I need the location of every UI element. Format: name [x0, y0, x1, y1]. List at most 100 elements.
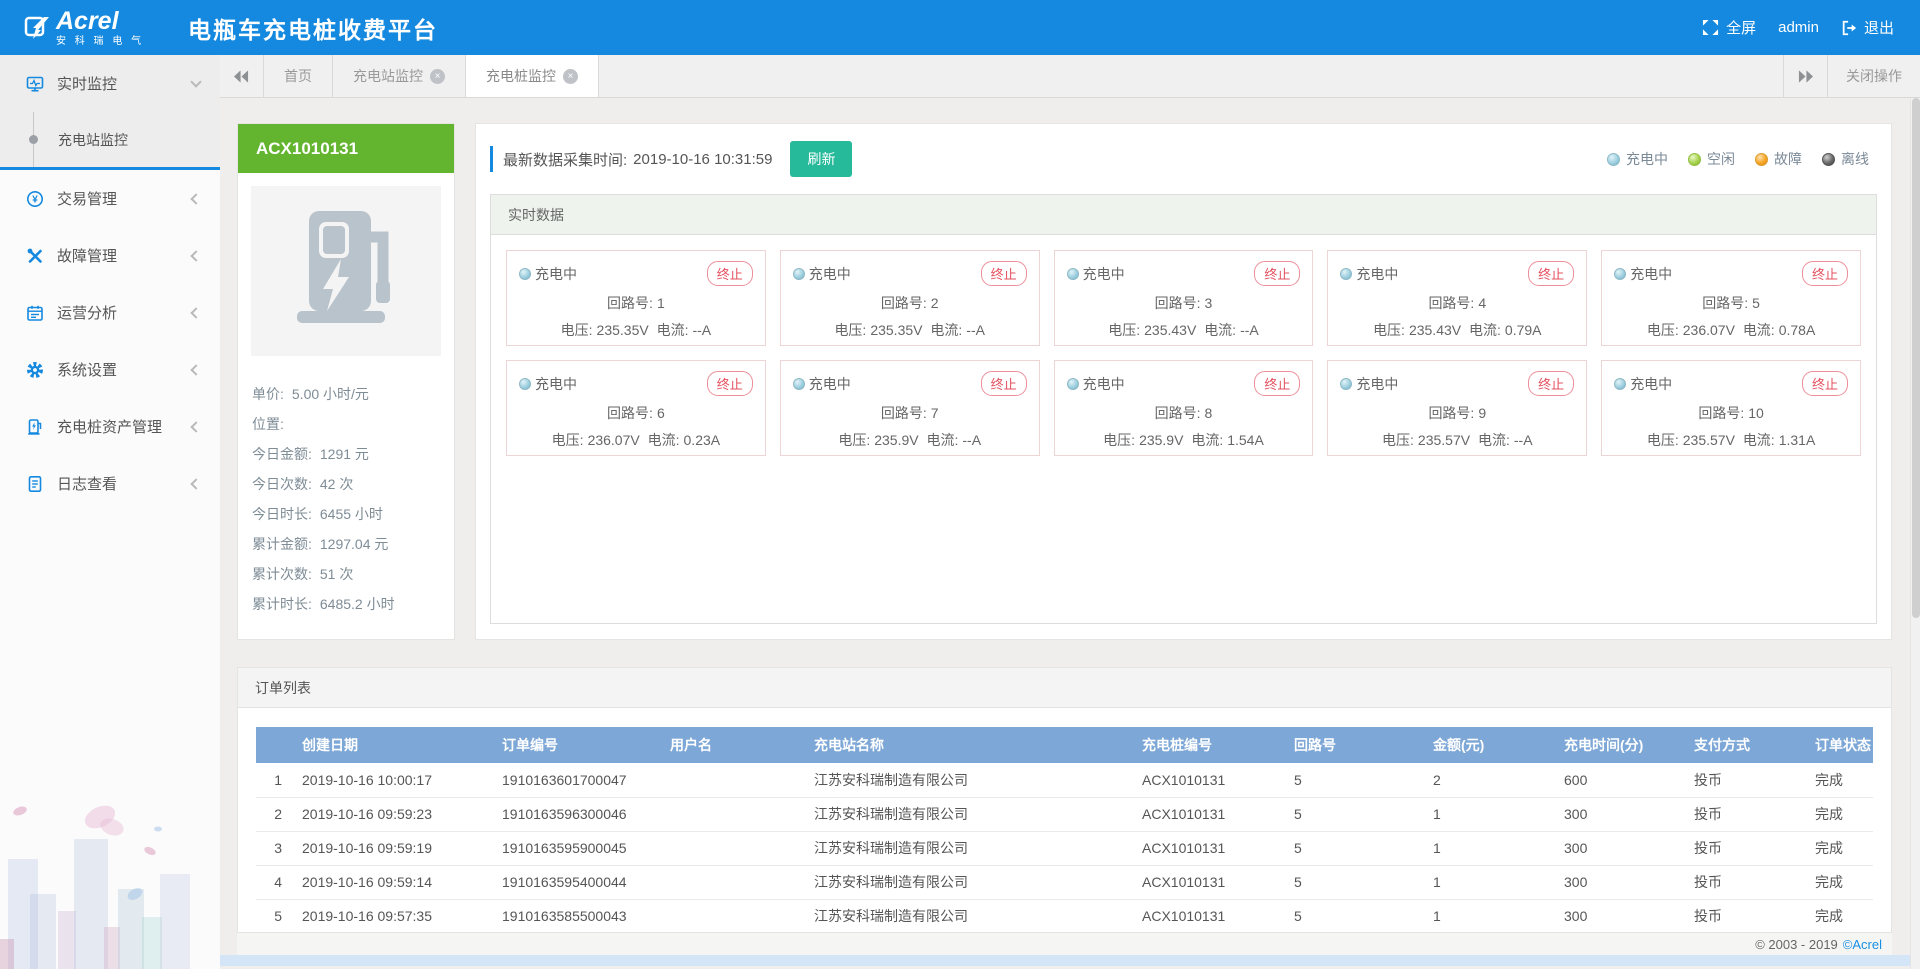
circuit-card-7: 充电中 终止 回路号:7 电压:235.9V 电流:--A: [780, 360, 1040, 456]
charging-pile-icon: [26, 418, 44, 436]
tab-bar: 首页 充电站监控 × 充电桩监控 × 关闭操作: [220, 55, 1920, 98]
table-row[interactable]: 12019-10-16 10:00:171910163601700047江苏安科…: [256, 763, 1873, 797]
circuit-readings: 电压:235.43V 电流:--A: [1067, 320, 1301, 340]
sidebar-item-charging-pile-assets[interactable]: 充电桩资产管理: [0, 398, 220, 455]
circuit-card-2: 充电中 终止 回路号:2 电压:235.35V 电流:--A: [780, 250, 1040, 346]
circuit-card-5: 充电中 终止 回路号:5 电压:236.07V 电流:0.78A: [1601, 250, 1861, 346]
station-info-card: ACX1010131 单价:5.00 小时/元 位置:: [237, 123, 455, 640]
terminate-button[interactable]: 终止: [1802, 261, 1848, 286]
charging-status-icon: [519, 268, 531, 280]
table-header-row: 创建日期 订单编号 用户名 充电站名称 充电桩编号 回路号 金额(元) 充电时间…: [256, 727, 1873, 763]
table-row[interactable]: 42019-10-16 09:59:141910163595400044江苏安科…: [256, 865, 1873, 899]
legend-offline: 离线: [1822, 149, 1869, 169]
brand-name: Acrel: [56, 9, 144, 34]
fullscreen-icon: [1702, 19, 1719, 36]
terminate-button[interactable]: 终止: [707, 261, 753, 286]
charging-status-icon: [1614, 378, 1626, 390]
tabs-scroll-left-button[interactable]: [220, 55, 264, 97]
svg-text:¥: ¥: [32, 194, 38, 205]
collect-time-value: 2019-10-16 10:31:59: [633, 151, 772, 168]
circuit-number: 回路号:7: [793, 403, 1027, 423]
col-order-no: 订单编号: [496, 727, 664, 763]
circuit-readings: 电压:235.35V 电流:--A: [519, 320, 753, 340]
circuit-card-6: 充电中 终止 回路号:6 电压:236.07V 电流:0.23A: [506, 360, 766, 456]
logout-button[interactable]: 退出: [1841, 17, 1894, 38]
tab-charging-station-monitor[interactable]: 充电站监控 ×: [333, 55, 466, 97]
tab-charging-pile-monitor[interactable]: 充电桩监控 ×: [466, 55, 599, 97]
legend-idle: 空闲: [1688, 149, 1735, 169]
charging-status-icon: [1340, 268, 1352, 280]
analysis-icon: [26, 304, 44, 322]
terminate-button[interactable]: 终止: [1802, 371, 1848, 396]
acrel-logo: Acrel 安 科 瑞 电 气: [24, 9, 154, 47]
stat-total-amount: 累计金额:1297.04 元: [252, 529, 440, 559]
acrel-logo-icon: [24, 15, 50, 41]
circuit-card-4: 充电中 终止 回路号:4 电压:235.43V 电流:0.79A: [1327, 250, 1587, 346]
circuit-number: 回路号:8: [1067, 403, 1301, 423]
order-list-panel: 订单列表 创建日期 订单编号 用户名 充电站名称 充电桩编号 回: [237, 667, 1892, 933]
table-row[interactable]: 32019-10-16 09:59:191910163595900045江苏安科…: [256, 831, 1873, 865]
stat-total-duration: 累计时长:6485.2 小时: [252, 589, 440, 619]
stat-location: 位置:: [252, 409, 440, 439]
sidebar-item-log-view[interactable]: 日志查看: [0, 455, 220, 512]
stat-today-count: 今日次数:42 次: [252, 469, 440, 499]
col-pile-no: 充电桩编号: [1136, 727, 1288, 763]
circuit-number: 回路号:6: [519, 403, 753, 423]
chevron-left-icon: [190, 421, 201, 432]
terminate-button[interactable]: 终止: [1254, 371, 1300, 396]
terminate-button[interactable]: 终止: [1528, 261, 1574, 286]
terminate-button[interactable]: 终止: [981, 261, 1027, 286]
tabs-scroll-right-button[interactable]: [1783, 55, 1827, 97]
sidebar-item-fault-management[interactable]: 故障管理: [0, 227, 220, 284]
refresh-button[interactable]: 刷新: [790, 141, 852, 177]
tab-close-icon[interactable]: ×: [563, 69, 578, 84]
circuit-number: 回路号:3: [1067, 293, 1301, 313]
sidebar-item-transaction-management[interactable]: ¥ 交易管理: [0, 170, 220, 227]
col-circuit-no: 回路号: [1288, 727, 1427, 763]
terminate-button[interactable]: 终止: [981, 371, 1027, 396]
circuit-number: 回路号:9: [1340, 403, 1574, 423]
circuit-readings: 电压:235.43V 电流:0.79A: [1340, 320, 1574, 340]
scrollbar-thumb[interactable]: [1912, 98, 1920, 618]
stat-unit-price: 单价:5.00 小时/元: [252, 379, 440, 409]
legend-fault: 故障: [1755, 149, 1802, 169]
sidebar-item-operation-analysis[interactable]: 运营分析: [0, 284, 220, 341]
charging-status-icon: [1340, 378, 1352, 390]
fault-icon: [26, 247, 44, 265]
sidebar-item-realtime-monitor[interactable]: 实时监控: [0, 55, 220, 112]
station-id-header: ACX1010131: [238, 124, 454, 173]
sidebar-item-system-settings[interactable]: 系统设置: [0, 341, 220, 398]
tab-home[interactable]: 首页: [264, 55, 333, 97]
circuit-readings: 电压:236.07V 电流:0.78A: [1614, 320, 1848, 340]
table-row[interactable]: 22019-10-16 09:59:231910163596300046江苏安科…: [256, 797, 1873, 831]
double-arrow-left-icon: [234, 70, 249, 83]
footer-brand-link[interactable]: ©Acrel: [1843, 937, 1882, 952]
stat-today-amount: 今日金额:1291 元: [252, 439, 440, 469]
realtime-data-title: 实时数据: [491, 195, 1876, 235]
terminate-button[interactable]: 终止: [707, 371, 753, 396]
circuit-readings: 电压:235.57V 电流:1.31A: [1614, 430, 1848, 450]
sidebar-item-charging-station-monitor[interactable]: 充电站监控: [0, 112, 220, 167]
copyright-text: © 2003 - 2019: [1755, 937, 1838, 952]
status-legend: 充电中 空闲 故障 离线: [1607, 149, 1869, 169]
chevron-down-icon: [190, 76, 201, 87]
circuit-card-10: 充电中 终止 回路号:10 电压:235.57V 电流:1.31A: [1601, 360, 1861, 456]
username[interactable]: admin: [1778, 19, 1819, 36]
order-list-title: 订单列表: [238, 668, 1891, 708]
fullscreen-button[interactable]: 全屏: [1702, 17, 1756, 38]
tab-close-icon[interactable]: ×: [430, 69, 445, 84]
table-row[interactable]: 52019-10-16 09:57:351910163585500043江苏安科…: [256, 899, 1873, 933]
brand-subtitle: 安 科 瑞 电 气: [56, 37, 144, 47]
vertical-scrollbar[interactable]: [1910, 98, 1920, 969]
charging-status-icon: [519, 378, 531, 390]
circuit-readings: 电压:235.9V 电流:1.54A: [1067, 430, 1301, 450]
fault-status-icon: [1755, 153, 1768, 166]
main-content: ACX1010131 单价:5.00 小时/元 位置:: [220, 98, 1910, 969]
terminate-button[interactable]: 终止: [1254, 261, 1300, 286]
stat-today-duration: 今日时长:6455 小时: [252, 499, 440, 529]
circuit-card-1: 充电中 终止 回路号:1 电压:235.35V 电流:--A: [506, 250, 766, 346]
legend-charging: 充电中: [1607, 149, 1668, 169]
col-order-status: 订单状态: [1809, 727, 1873, 763]
terminate-button[interactable]: 终止: [1528, 371, 1574, 396]
close-operations-dropdown[interactable]: 关闭操作: [1827, 55, 1920, 97]
